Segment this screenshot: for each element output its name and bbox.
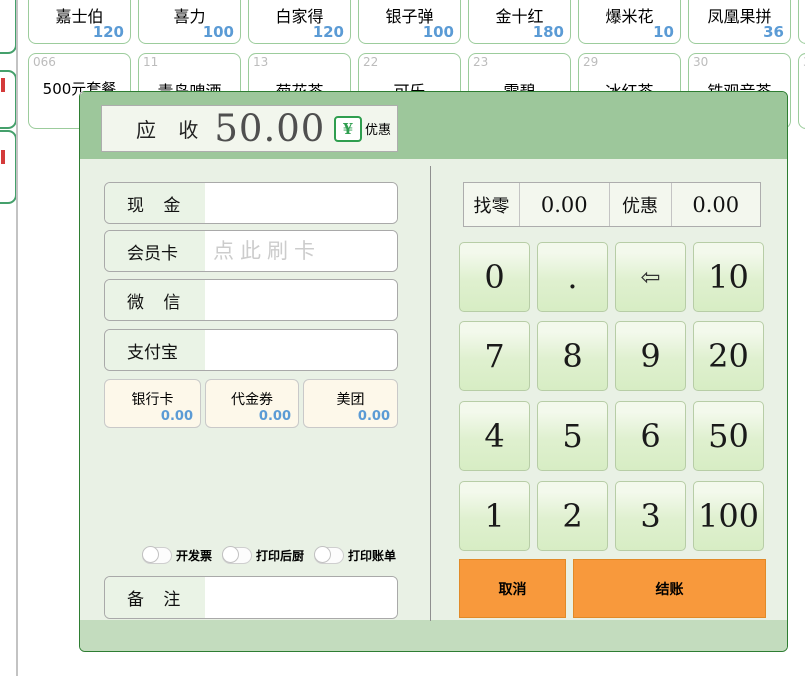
remark-label: 备 注 [105, 577, 205, 618]
product-card[interactable]: 凤凰果拼 36 [688, 0, 791, 44]
numpad-key-9[interactable]: 9 [615, 321, 686, 391]
alipay-label: 支付宝 [105, 330, 205, 370]
member-card-field: 会员卡 [104, 230, 398, 272]
yen-voucher-icon: ¥ [334, 116, 362, 142]
change-box: 找零 0.00 优惠 0.00 [463, 182, 761, 227]
product-number: 29 [583, 55, 598, 69]
wechat-input[interactable] [205, 280, 397, 320]
discount-readout-label: 优惠 [610, 183, 672, 226]
cash-input[interactable] [205, 183, 397, 223]
product-price: 100 [203, 23, 234, 41]
cash-field: 现 金 [104, 182, 398, 224]
print-bill-toggle-label: 打印账单 [348, 547, 396, 564]
product-number: 22 [363, 55, 378, 69]
product-number: 23 [473, 55, 488, 69]
amount-due-value: 50.00 [214, 107, 325, 150]
numpad-key-100[interactable]: 100 [693, 481, 764, 551]
change-label: 找零 [464, 183, 520, 226]
product-number: 066 [33, 55, 56, 69]
voucher-button[interactable]: 代金券 0.00 [205, 379, 299, 428]
toggle-knob [314, 546, 331, 563]
product-price: 180 [533, 23, 564, 41]
product-card-partial[interactable]: 3 [798, 53, 805, 129]
product-card[interactable]: 爆米花 10 [578, 0, 681, 44]
product-price: 120 [313, 23, 344, 41]
remark-field: 备 注 [104, 576, 398, 619]
wechat-label: 微 信 [105, 280, 205, 320]
invoice-toggle[interactable] [142, 547, 172, 564]
discount-readout-value: 0.00 [672, 183, 761, 226]
wechat-field: 微 信 [104, 279, 398, 321]
voucher-value: 0.00 [259, 409, 291, 424]
numpad-key-10[interactable]: 10 [693, 242, 764, 312]
discount-button[interactable]: ¥ 优惠 [334, 116, 391, 142]
pane-divider [16, 0, 18, 676]
numpad-key-1[interactable]: 1 [459, 481, 530, 551]
print-kitchen-toggle[interactable] [222, 547, 252, 564]
product-card[interactable]: 嘉士伯 120 [28, 0, 131, 44]
cancel-button[interactable]: 取消 [459, 559, 566, 618]
product-number: 30 [693, 55, 708, 69]
toggle-knob [142, 546, 159, 563]
product-price: 10 [653, 23, 674, 41]
bank-card-button[interactable]: 银行卡 0.00 [104, 379, 201, 428]
invoice-toggle-label: 开发票 [176, 547, 212, 564]
bank-card-value: 0.00 [161, 409, 193, 424]
numpad-key-50[interactable]: 50 [693, 401, 764, 471]
product-price: 120 [93, 23, 124, 41]
numpad-key-0[interactable]: 0 [459, 242, 530, 312]
meituan-label: 美团 [304, 389, 397, 409]
numpad-key-7[interactable]: 7 [459, 321, 530, 391]
cash-label: 现 金 [105, 183, 205, 223]
product-card[interactable]: 银子弹 100 [358, 0, 461, 44]
member-card-label: 会员卡 [105, 231, 205, 271]
numpad-key-8[interactable]: 8 [537, 321, 608, 391]
product-card[interactable]: 金十红 180 [468, 0, 571, 44]
checkout-button[interactable]: 结账 [573, 559, 766, 618]
amount-due-label: 应 收 [136, 114, 198, 143]
print-kitchen-toggle-label: 打印后厨 [256, 547, 304, 564]
amount-due-box: 应 收 50.00 ¥ 优惠 [101, 105, 398, 152]
member-card-input[interactable] [205, 231, 397, 271]
product-number: 11 [143, 55, 158, 69]
print-options-row: 开发票 打印后厨 打印账单 [142, 547, 396, 564]
numpad-key-dot[interactable]: . [537, 242, 608, 312]
payment-dialog: 应 收 50.00 ¥ 优惠 餐台号 无 现 金 会员卡 微 信 支付宝 [79, 91, 788, 652]
product-card-partial[interactable] [798, 0, 805, 44]
numpad-key-backspace[interactable]: ⇦ [615, 242, 686, 312]
toggle-knob [222, 546, 239, 563]
product-price: 100 [423, 23, 454, 41]
sidebar-partial-button[interactable] [0, 0, 17, 54]
product-card[interactable]: 白家得 120 [248, 0, 351, 44]
dialog-footer [80, 620, 787, 651]
pos-screen: 嘉士伯 120 喜力 100 白家得 120 银子弹 100 金十红 180 爆… [0, 0, 805, 682]
meituan-button[interactable]: 美团 0.00 [303, 379, 398, 428]
product-number: 13 [253, 55, 268, 69]
meituan-value: 0.00 [358, 409, 390, 424]
product-card[interactable]: 喜力 100 [138, 0, 241, 44]
numpad-key-2[interactable]: 2 [537, 481, 608, 551]
sidebar-partial-button[interactable] [0, 130, 17, 204]
cut-off-text-fragment [1, 78, 5, 92]
cut-off-text-fragment [1, 150, 5, 164]
alipay-field: 支付宝 [104, 329, 398, 371]
alipay-input[interactable] [205, 330, 397, 370]
numpad-key-20[interactable]: 20 [693, 321, 764, 391]
change-value: 0.00 [520, 183, 610, 226]
bank-card-label: 银行卡 [105, 389, 200, 409]
numpad-key-3[interactable]: 3 [615, 481, 686, 551]
discount-button-label: 优惠 [365, 119, 391, 138]
numpad-key-4[interactable]: 4 [459, 401, 530, 471]
print-bill-toggle[interactable] [314, 547, 344, 564]
product-price: 36 [763, 23, 784, 41]
voucher-label: 代金券 [206, 389, 298, 409]
numpad-key-5[interactable]: 5 [537, 401, 608, 471]
remark-input[interactable] [205, 577, 397, 618]
pane-divider [430, 166, 431, 621]
numpad-key-6[interactable]: 6 [615, 401, 686, 471]
